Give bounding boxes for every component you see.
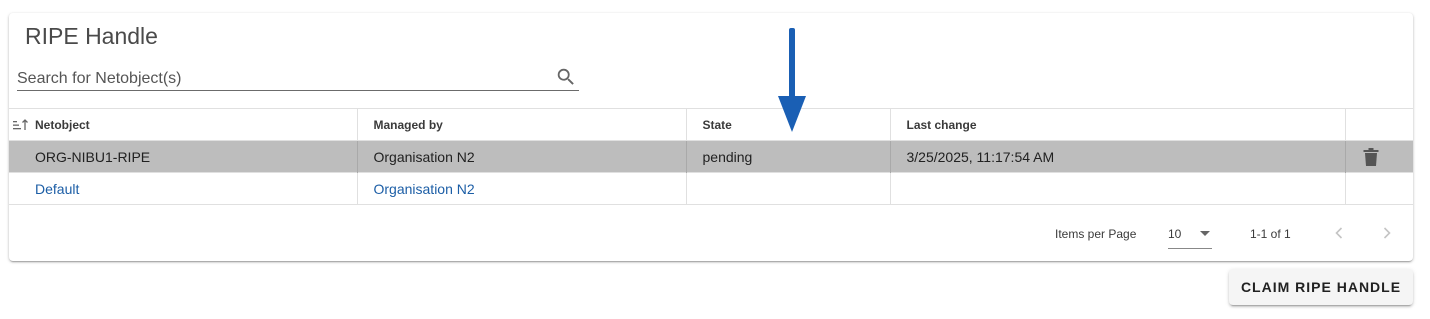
paginator: Items per Page 10 1-1 of 1 [9, 219, 1413, 249]
items-per-page-value: 10 [1168, 227, 1182, 241]
search-field[interactable] [17, 63, 579, 91]
actions-cell [1345, 173, 1413, 205]
netobject-cell: ORG-NIBU1-RIPE [9, 140, 358, 173]
claim-ripe-handle-button[interactable]: CLAIM RIPE HANDLE [1229, 269, 1413, 305]
column-header-actions [1345, 109, 1413, 141]
chevron-right-icon[interactable] [1377, 223, 1397, 243]
netobject-cell: Default [9, 172, 358, 205]
managed-by-cell: Organisation N2 [357, 172, 687, 205]
search-icon[interactable] [555, 66, 577, 88]
state-cell: pending [686, 140, 891, 173]
table-row[interactable]: ORG-NIBU1-RIPE Organisation N2 pending 3… [9, 140, 1413, 173]
actions-cell [1345, 141, 1413, 173]
dropdown-caret-icon [1200, 231, 1210, 236]
last-change-cell [890, 172, 1346, 205]
ripe-handle-card: RIPE Handle Netobject Managed by [9, 13, 1413, 261]
delete-icon[interactable] [1363, 147, 1379, 166]
last-change-cell: 3/25/2025, 11:17:54 AM [890, 140, 1346, 173]
column-header-last-change: Last change [890, 108, 1346, 141]
netobject-link[interactable]: Default [35, 181, 79, 197]
annotation-arrow [778, 28, 806, 132]
page-range-label: 1-1 of 1 [1250, 227, 1291, 241]
table-row[interactable]: Default Organisation N2 [9, 172, 1413, 205]
state-cell [686, 172, 891, 205]
items-per-page-label: Items per Page [1055, 227, 1137, 241]
chevron-left-icon[interactable] [1329, 223, 1349, 243]
column-header-netobject-label: Netobject [35, 117, 90, 132]
column-header-managed-by: Managed by [357, 108, 687, 141]
page-title: RIPE Handle [25, 23, 158, 49]
table-header-row: Netobject Managed by State Last change [9, 108, 1413, 141]
items-per-page-select[interactable]: 10 [1168, 219, 1212, 249]
sort-icon[interactable] [13, 118, 29, 131]
search-input[interactable] [17, 63, 537, 91]
netobject-table: Netobject Managed by State Last change O… [9, 108, 1413, 205]
column-header-netobject[interactable]: Netobject [9, 108, 358, 141]
managed-by-link[interactable]: Organisation N2 [374, 181, 475, 197]
managed-by-cell: Organisation N2 [357, 140, 687, 173]
